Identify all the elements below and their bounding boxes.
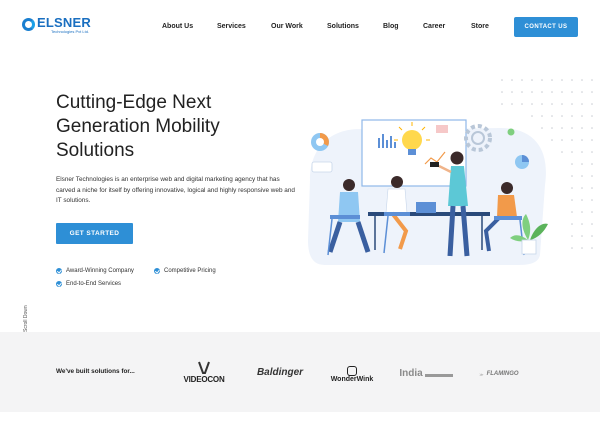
small-chart-icon (515, 155, 529, 169)
hero-description: Elsner Technologies is an enterprise web… (56, 176, 295, 204)
nav-solutions[interactable]: Solutions (327, 23, 359, 30)
site-header: ELSNER Technologies Pvt Ltd. About Us Se… (0, 0, 600, 56)
client-logo-flamingo: ≫ FLAMINGO (474, 368, 524, 380)
feature-item: Award-Winning Company (56, 268, 134, 274)
client-logo-text: FLAMINGO (486, 371, 519, 377)
green-dot-icon (507, 128, 515, 136)
chat-bubble-icon (311, 161, 333, 173)
flamingo-mark-icon: ≫ (479, 371, 484, 377)
clients-label: We've built solutions for... (56, 368, 135, 375)
pie-chart-icon (311, 133, 329, 151)
logo-subtext-bar (424, 373, 453, 377)
feature-item: Competitive Pricing (154, 268, 216, 274)
nav-store[interactable]: Store (471, 23, 489, 30)
nav-services[interactable]: Services (217, 23, 246, 30)
check-icon (56, 281, 62, 287)
nav-blog[interactable]: Blog (383, 23, 399, 30)
wonderwink-mark-icon (347, 365, 357, 376)
check-icon (154, 268, 160, 274)
check-icon (56, 268, 62, 274)
videocon-mark-icon (198, 361, 210, 374)
client-logo-text: VIDEOCON (183, 374, 225, 384)
client-logo-india: India (398, 366, 454, 380)
get-started-button[interactable]: GET STARTED (56, 223, 133, 244)
feature-label: Award-Winning Company (66, 268, 134, 274)
feature-item: End-to-End Services (56, 281, 121, 287)
nav-about-us[interactable]: About Us (162, 23, 193, 30)
client-logo-text: India (399, 367, 423, 379)
hero-title: Cutting-Edge Next Generation Mobility So… (56, 91, 296, 163)
logo-subtitle: Technologies Pvt Ltd. (51, 29, 90, 34)
scroll-down-label: Scroll Down (23, 305, 29, 332)
feature-label: Competitive Pricing (164, 268, 216, 274)
logo-mark-icon (22, 18, 35, 31)
client-logo-wonderwink: WonderWink (326, 362, 378, 386)
client-logo-videocon: VIDEOCON (180, 356, 228, 388)
client-logo-baldinger: Baldinger (254, 364, 306, 380)
phone-icon (430, 162, 439, 167)
hero-title-line-3: Solutions (56, 140, 135, 161)
feature-label: End-to-End Services (66, 281, 122, 287)
client-logo-text: Baldinger (256, 366, 304, 378)
hero-title-line-1: Cutting-Edge Next (56, 92, 212, 113)
elsner-logo[interactable]: ELSNER Technologies Pvt Ltd. (22, 16, 91, 34)
nav-career[interactable]: Career (423, 23, 445, 30)
laptop-icon (416, 202, 436, 213)
clients-band: We've built solutions for... VIDEOCON Ba… (0, 332, 600, 412)
logo-name: ELSNER (37, 15, 91, 30)
client-logo-text: WonderWink (330, 375, 374, 383)
nav-our-work[interactable]: Our Work (271, 23, 303, 30)
note-icon (436, 125, 448, 133)
team-meeting-illustration (308, 79, 593, 265)
hero-title-line-2: Generation Mobility (56, 116, 220, 137)
contact-us-button[interactable]: CONTACT US (514, 17, 578, 37)
